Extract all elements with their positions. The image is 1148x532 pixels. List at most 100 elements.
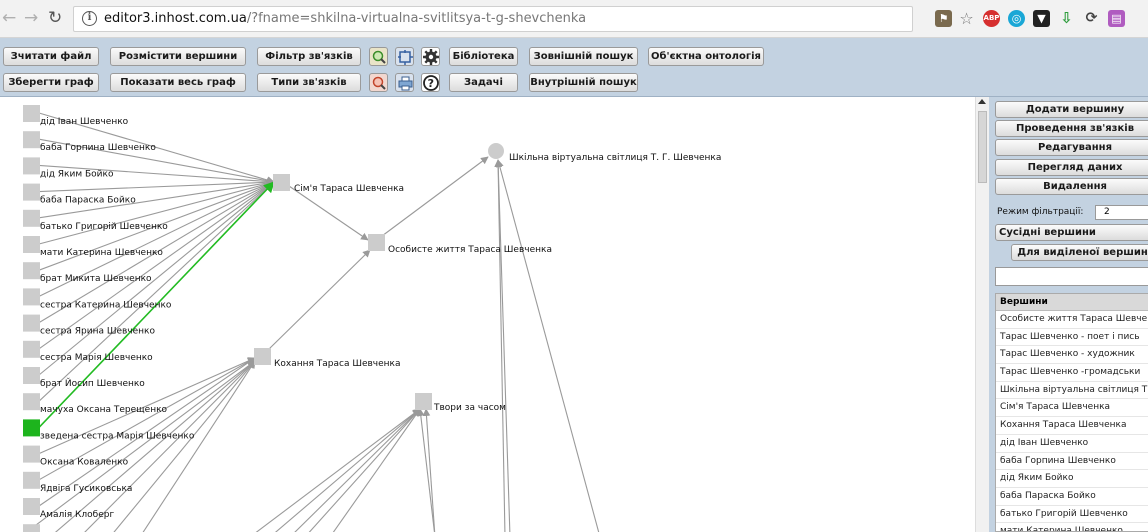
- add-node-button[interactable]: Додати вершину: [995, 101, 1148, 118]
- graph-node-label: батько Григорій Шевченко: [40, 222, 168, 232]
- graph-node[interactable]: [23, 367, 40, 384]
- browser-address-bar: ← → ↻ i editor3.inhost.com.ua/?fname=shk…: [0, 0, 1148, 38]
- graph-node[interactable]: [23, 236, 40, 253]
- scrollbar-thumb[interactable]: [978, 111, 987, 183]
- forward-arrow-icon[interactable]: →: [24, 9, 38, 27]
- read-file-button[interactable]: Зчитати файл: [3, 47, 99, 66]
- save-graph-button[interactable]: Зберегти граф: [3, 73, 99, 92]
- app-toolbar: Зчитати файл Розмістити вершини Фільтр з…: [0, 38, 1148, 97]
- back-arrow-icon[interactable]: ←: [2, 9, 16, 27]
- extension-refresh-icon[interactable]: ⟳: [1083, 10, 1100, 27]
- graph-node[interactable]: [23, 105, 40, 122]
- print-icon[interactable]: [395, 73, 414, 92]
- fit-view-icon[interactable]: [395, 47, 414, 66]
- graph-hub-node-root[interactable]: [488, 143, 504, 159]
- link-types-button[interactable]: Типи зв'язків: [257, 73, 361, 92]
- nodes-list-item[interactable]: Тарас Шевченко - художник: [996, 346, 1148, 365]
- graph-node[interactable]: [23, 288, 40, 306]
- extension-arrow-icon[interactable]: ⇩: [1058, 10, 1075, 27]
- graph-node[interactable]: [23, 131, 40, 149]
- scroll-up-arrow-icon[interactable]: [978, 99, 986, 104]
- graph-node[interactable]: [23, 183, 40, 201]
- neighbor-nodes-button[interactable]: Сусідні вершини: [995, 224, 1148, 241]
- graph-edge: [496, 159, 600, 532]
- library-button[interactable]: Бібліотека: [449, 47, 518, 66]
- graph-node[interactable]: [23, 471, 40, 489]
- graph-hub-node-love[interactable]: [254, 348, 271, 365]
- filter-links-button[interactable]: Фільтр зв'язків: [257, 47, 361, 66]
- graph-node[interactable]: [23, 524, 40, 532]
- graph-hub-node-family[interactable]: [273, 174, 290, 191]
- graph-node[interactable]: [23, 262, 40, 280]
- graph-edge: [332, 408, 421, 532]
- graph-edge: [255, 408, 421, 532]
- graph-node[interactable]: [23, 393, 40, 411]
- graph-hub-node-works[interactable]: [415, 393, 432, 410]
- zoom-in-icon[interactable]: [369, 47, 388, 66]
- extension-pdf-icon[interactable]: ▤: [1108, 10, 1125, 27]
- nodes-list-item[interactable]: мати Катерина Шевченко: [996, 523, 1148, 531]
- graph-hub-label-works: Твори за часом: [433, 403, 506, 413]
- zoom-out-icon[interactable]: [369, 73, 388, 92]
- for-selected-node-button[interactable]: Для виділеної вершини: [1011, 244, 1148, 261]
- filter-mode-input[interactable]: 2: [1095, 205, 1148, 220]
- graph-node-label: сестра Катерина Шевченко: [40, 300, 172, 310]
- graph-edge: [294, 408, 421, 532]
- node-search-input[interactable]: [995, 267, 1148, 286]
- place-nodes-button[interactable]: Розмістити вершини: [110, 47, 246, 66]
- help-icon[interactable]: ?: [421, 73, 440, 92]
- graph-node[interactable]: [23, 157, 40, 175]
- url-field[interactable]: i editor3.inhost.com.ua/?fname=shkilna-v…: [73, 6, 913, 32]
- graph-node[interactable]: [23, 498, 40, 515]
- nodes-list-item[interactable]: Тарас Шевченко - поет і пись: [996, 329, 1148, 347]
- graph-edge: [38, 181, 275, 402]
- graph-node[interactable]: [23, 314, 40, 332]
- canvas-scrollbar[interactable]: [975, 97, 989, 532]
- internal-search-button[interactable]: Внутрішній пошук: [529, 73, 638, 92]
- graph-hub-label-love: Кохання Тараса Шевченка: [274, 359, 401, 369]
- edit-button[interactable]: Редагування: [995, 139, 1148, 156]
- nodes-list-item[interactable]: Сім'я Тараса Шевченка: [996, 399, 1148, 418]
- graph-node-label: баба Горпина Шевченко: [40, 143, 156, 153]
- info-icon[interactable]: i: [82, 11, 97, 26]
- graph-canvas[interactable]: дід Іван Шевченко баба Горпина Шевченко ді…: [0, 97, 975, 532]
- adblock-icon[interactable]: ABP: [983, 10, 1000, 27]
- bookmark-star-icon[interactable]: ☆: [958, 10, 975, 27]
- object-ontology-button[interactable]: Об'єктна онтологія: [648, 47, 764, 66]
- svg-text:?: ?: [428, 77, 434, 90]
- graph-node-label: Амалія Клоберг: [40, 510, 114, 520]
- url-host: editor3.inhost.com.ua: [104, 11, 247, 26]
- graph-node[interactable]: [23, 445, 40, 463]
- nodes-list-item[interactable]: Особисте життя Тараса Шевче: [996, 311, 1148, 329]
- view-data-button[interactable]: Перегляд даних: [995, 159, 1148, 176]
- nodes-list-item[interactable]: баба Параска Бойко: [996, 488, 1148, 506]
- extension-circle-icon[interactable]: ◎: [1008, 10, 1025, 27]
- graph-svg[interactable]: дід Іван Шевченко баба Горпина Шевченко ді…: [0, 97, 975, 532]
- draw-links-button[interactable]: Проведення зв'язків: [995, 120, 1148, 137]
- external-search-button[interactable]: Зовнішній пошук: [529, 47, 638, 66]
- graph-node-label: Оксана Коваленко: [40, 458, 129, 468]
- nodes-list-item[interactable]: батько Григорій Шевченко: [996, 506, 1148, 524]
- graph-node-selected[interactable]: [23, 419, 40, 437]
- nodes-list-item[interactable]: дід Іван Шевченко: [996, 435, 1148, 453]
- graph-node[interactable]: [23, 340, 40, 358]
- nodes-list-item[interactable]: Шкільна віртуальна світлиця Т: [996, 382, 1148, 400]
- extension-download-icon[interactable]: ▼: [1033, 10, 1050, 27]
- graph-edge: [308, 408, 421, 532]
- graph-node-label: брат Йосип Шевченко: [40, 377, 145, 389]
- settings-gear-icon[interactable]: [421, 47, 440, 66]
- graph-node-label: дід Іван Шевченко: [40, 117, 129, 127]
- tasks-button[interactable]: Задачі: [449, 73, 518, 92]
- translate-extension-icon[interactable]: ⚑: [935, 10, 952, 27]
- nodes-list-item[interactable]: Тарас Шевченко -громадськи: [996, 364, 1148, 382]
- graph-node[interactable]: [23, 209, 40, 227]
- nodes-list-item[interactable]: Кохання Тараса Шевченка: [996, 417, 1148, 435]
- nodes-list-item[interactable]: дід Яким Бойко: [996, 470, 1148, 488]
- graph-hub-node-personal[interactable]: [368, 234, 385, 251]
- nodes-list-item[interactable]: баба Горпина Шевченко: [996, 453, 1148, 471]
- nodes-list[interactable]: Вершини Особисте життя Тараса Шевче Тарас…: [995, 293, 1148, 532]
- show-full-graph-button[interactable]: Показати весь граф: [110, 73, 246, 92]
- delete-button[interactable]: Видалення: [995, 178, 1148, 195]
- reload-icon[interactable]: ↻: [48, 9, 62, 27]
- graph-edge: [38, 180, 275, 245]
